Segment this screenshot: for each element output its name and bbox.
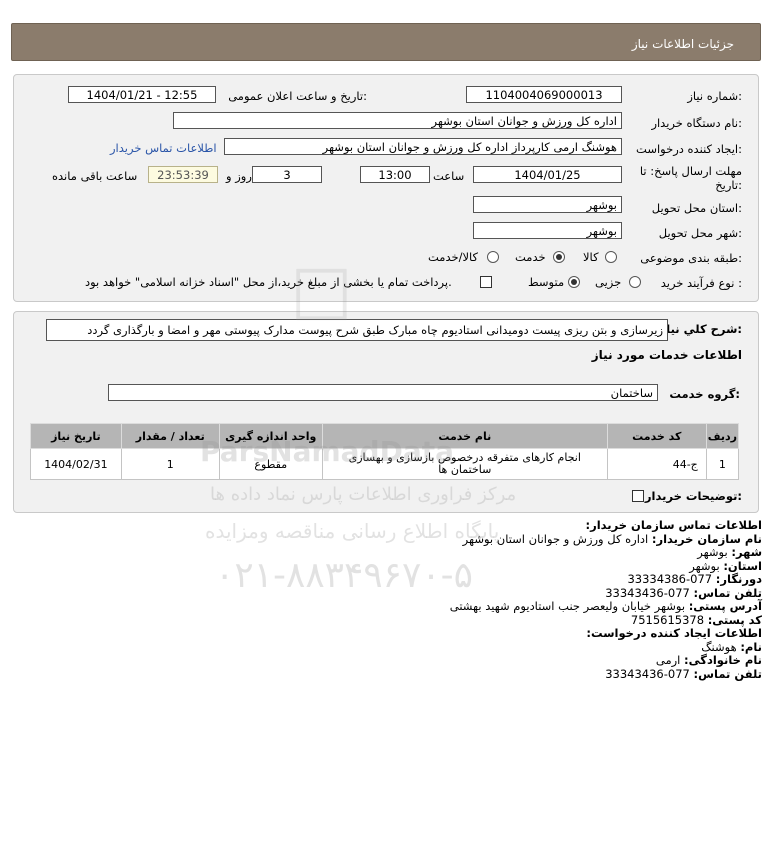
province-label: استان محل تحویل: <box>651 201 742 215</box>
creator-phone-value: 077-33343436 <box>605 666 690 681</box>
buyer-contact-link[interactable]: اطلاعات تماس خریدار <box>110 141 217 155</box>
category-option-goods: کالا <box>583 250 599 264</box>
contact-fax-value: 077-33334386 <box>627 572 713 586</box>
remaining-time-label: ساعت باقی مانده <box>52 169 138 183</box>
contact-org-key: نام سازمان خریدار: <box>651 531 762 546</box>
col-need-date: تاریخ نیاز <box>30 423 122 449</box>
need-number-label: شماره نیاز: <box>687 89 742 103</box>
buyer-org-field: اداره کل ورزش و جوانان استان بوشهر <box>173 112 622 129</box>
contact-province-value: بوشهر <box>689 558 720 573</box>
service-group-field: ساختمان <box>108 384 658 401</box>
creator-name-value: هوشنگ <box>701 639 737 654</box>
buyer-org-label: نام دستگاه خریدار: <box>651 116 742 130</box>
province-field: بوشهر <box>473 196 622 213</box>
contact-province-key: استان: <box>723 558 762 573</box>
watermark-logo-icon: ☐ <box>290 255 353 337</box>
creator-label: ایجاد کننده درخواست: <box>636 142 742 156</box>
contact-org-value: اداره کل ورزش و جوانان استان بوشهر <box>462 531 649 546</box>
creator-family-value: ارمی <box>655 653 681 667</box>
creator-name-key: نام: <box>740 639 762 654</box>
cell-service-code: ج-44 <box>606 448 707 480</box>
deadline-label: مهلت ارسال پاسخ: تا <box>639 164 742 178</box>
deadline-time-field: 13:00 <box>360 166 430 183</box>
description-label: شرح کلي نياز: <box>659 322 742 336</box>
deadline-label-date: تاریخ: <box>715 178 742 192</box>
process-option-minor: جزیی <box>595 275 622 289</box>
contact-postal-value: 7515615378 <box>630 612 705 627</box>
contact-city-value: بوشهر <box>697 545 728 559</box>
category-radio-service[interactable] <box>553 251 565 263</box>
remaining-time-field: 23:53:39 <box>148 166 218 183</box>
contact-address-key: آدرس پستی: <box>688 599 762 613</box>
category-radio-goods[interactable] <box>605 251 617 263</box>
creator-field: هوشنگ ارمی کارپرداز اداره کل ورزش و جوان… <box>224 138 622 155</box>
treasury-payment-note: پرداخت تمام یا بخشی از مبلغ خرید،از محل … <box>85 275 452 289</box>
description-panel <box>13 311 759 513</box>
contact-block: اطلاعات تماس سازمان خریدار: نام سازمان خ… <box>449 518 762 681</box>
cell-need-date: 1404/02/31 <box>30 448 122 480</box>
service-group-label: گروه خدمت: <box>669 387 740 401</box>
need-number-field: 1104004069000013 <box>466 86 622 103</box>
contact-title: اطلاعات تماس سازمان خریدار: <box>585 518 762 532</box>
creator-info-title: اطلاعات ایجاد کننده درخواست: <box>586 626 762 640</box>
city-label: شهر محل تحویل: <box>658 226 742 240</box>
contact-postal-key: کد پستی: <box>707 612 762 627</box>
process-radio-minor[interactable] <box>629 276 641 288</box>
treasury-payment-checkbox[interactable] <box>480 276 492 288</box>
announce-field: 1404/01/21 - 12:55 <box>68 86 216 103</box>
deadline-date-field: 1404/01/25 <box>473 166 622 183</box>
contact-city-key: شهر: <box>731 545 762 559</box>
creator-family-key: نام خانوادگی: <box>684 653 762 667</box>
col-row: ردیف <box>705 423 740 449</box>
category-option-service: خدمت <box>515 250 546 264</box>
cell-row: 1 <box>705 448 740 480</box>
buyer-notes-label: توضیحات خریدار: <box>644 489 742 503</box>
days-remaining-field: 3 <box>252 166 322 183</box>
announce-label: تاریخ و ساعت اعلان عمومی: <box>228 89 367 103</box>
contact-phone-value: 077-33343436 <box>605 585 690 600</box>
contact-address-value: بوشهر خیابان ولیعصر جنب استادیوم شهید به… <box>449 599 686 613</box>
need-info-panel <box>13 74 759 302</box>
creator-phone-key: تلفن تماس: <box>693 666 762 681</box>
services-section-title: اطلاعات خدمات مورد نیاز <box>591 348 742 362</box>
watermark-line1: مرکز فراوری اطلاعات پارس نماد داده ها <box>210 484 517 505</box>
category-label: طبقه بندی موضوعی: <box>640 251 742 265</box>
deadline-time-label: ساعت <box>433 169 465 183</box>
contact-phone-key: تلفن تماس: <box>693 585 762 600</box>
page-header: جزئیات اطلاعات نیاز <box>11 23 761 61</box>
contact-fax-key: دورنگار: <box>715 572 762 586</box>
watermark-phone: ۰۲۱-۸۸۳۴۹۶۷۰-۵ <box>215 555 474 596</box>
category-radio-goods-service[interactable] <box>487 251 499 263</box>
buyer-notes-checkbox[interactable] <box>632 490 644 502</box>
process-option-medium: متوسط <box>528 275 565 289</box>
process-label: نوع فرآیند خرید : <box>660 276 742 290</box>
days-label: روز و <box>226 169 252 183</box>
category-option-goods-service: کالا/خدمت <box>428 250 479 264</box>
process-radio-medium[interactable] <box>568 276 580 288</box>
page-title: جزئیات اطلاعات نیاز <box>631 37 734 51</box>
watermark-brand: ParsNamadData <box>200 435 454 468</box>
col-service-code: کد خدمت <box>606 423 707 449</box>
description-field: زیرسازی و بتن ریزی پیست دومیدانی استادیو… <box>46 319 668 341</box>
city-field: بوشهر <box>473 222 622 239</box>
